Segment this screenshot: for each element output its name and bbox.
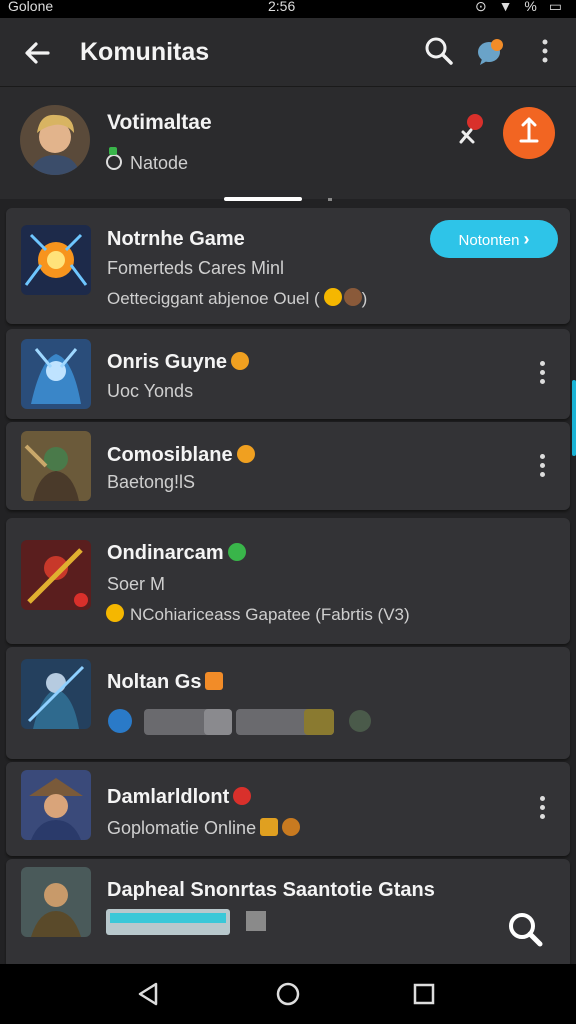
- list-item[interactable]: Comosiblane Baetong!lS: [6, 422, 570, 510]
- game-thumbnail: [21, 770, 91, 840]
- system-nav-bar: [0, 964, 576, 1024]
- more-icon[interactable]: [528, 34, 562, 68]
- flame-badge-icon: [233, 787, 252, 805]
- game-thumbnail: [21, 540, 91, 610]
- community-subtitle: Soer M: [107, 574, 166, 594]
- item-badges-row: [108, 709, 371, 735]
- community-name: Ondinarcam: [107, 542, 246, 565]
- coin-icon: [282, 818, 301, 836]
- verified-badge-icon: [227, 543, 246, 561]
- community-detail: NCohiariceass Gapatee (Fabrtis (V3): [106, 604, 410, 625]
- nav-recents-icon[interactable]: [410, 980, 438, 1008]
- search-icon[interactable]: [422, 34, 456, 68]
- list-item[interactable]: Notrnhe Game Fomerteds Cares Minl Oettec…: [6, 208, 570, 324]
- tab-indicator-dot: [328, 198, 332, 201]
- community-name: Noltan Gs: [107, 671, 224, 694]
- gear-badge-icon: [205, 672, 224, 690]
- back-arrow-icon[interactable]: [20, 36, 54, 70]
- tab-indicator: [224, 197, 302, 201]
- verified-badge-icon: [236, 445, 255, 463]
- list-item[interactable]: Noltan Gs: [6, 647, 570, 759]
- follow-button[interactable]: Notonten ›: [430, 220, 558, 258]
- scrollbar[interactable]: [572, 380, 576, 456]
- game-thumbnail: [21, 339, 91, 409]
- profile-status: Natode: [106, 147, 188, 174]
- pin-icon[interactable]: [455, 112, 487, 148]
- app-bar: Komunitas: [0, 18, 576, 87]
- chat-bubble-icon[interactable]: [474, 34, 508, 68]
- list-item[interactable]: Dapheal Snonrtas Saantotie Gtans: [6, 859, 570, 969]
- community-subtitle: Uoc Yonds: [107, 381, 194, 401]
- carrier-label: Golone: [8, 0, 54, 14]
- profile-header: Votimaltae Natode: [0, 87, 576, 201]
- coin-icon: [343, 288, 362, 306]
- online-status-icon: [106, 147, 122, 170]
- game-badge-icon: [260, 818, 279, 836]
- list-item[interactable]: Ondinarcam Soer M NCohiariceass Gapatee …: [6, 518, 570, 644]
- progress-bar: [106, 909, 266, 935]
- community-name: Onris Guyne: [107, 351, 250, 374]
- list-item[interactable]: Damlarldlont Goplomatie Online: [6, 762, 570, 856]
- community-subtitle: Fomerteds Cares Minl: [107, 258, 285, 278]
- nav-back-icon[interactable]: [134, 980, 162, 1008]
- game-thumbnail: [21, 225, 91, 295]
- item-menu-icon[interactable]: [538, 361, 546, 385]
- list-item[interactable]: Onris Guyne Uoc Yonds: [6, 329, 570, 419]
- game-thumbnail: [21, 867, 91, 937]
- community-name: Damlarldlont: [107, 786, 252, 809]
- community-name: Dapheal Snonrtas Saantotie Gtans: [107, 879, 435, 901]
- community-subtitle: Goplomatie Online: [107, 818, 301, 839]
- upload-fab-button[interactable]: [503, 107, 555, 159]
- item-menu-icon[interactable]: [538, 796, 546, 820]
- community-detail: Oetteciggant abjenoe Ouel (): [107, 288, 368, 308]
- chevron-right-icon: ›: [523, 229, 530, 249]
- nav-home-icon[interactable]: [274, 980, 302, 1008]
- page-title: Komunitas: [80, 38, 210, 66]
- emoji-icon: [106, 604, 124, 622]
- avatar[interactable]: [20, 105, 90, 175]
- profile-name: Votimaltae: [107, 111, 212, 134]
- community-subtitle: Baetong!lS: [107, 472, 196, 492]
- status-bar: Golone 2:56 ⊙ ▼ % ▭: [0, 0, 576, 18]
- search-fab-icon[interactable]: [504, 908, 548, 952]
- game-thumbnail: [21, 431, 91, 501]
- emoji-icon: [323, 288, 342, 306]
- community-name: Comosiblane: [107, 444, 255, 467]
- community-name: Notrnhe Game: [107, 228, 245, 250]
- game-thumbnail: [21, 659, 91, 729]
- item-menu-icon[interactable]: [538, 454, 546, 478]
- clock: 2:56: [268, 0, 296, 14]
- verified-badge-icon: [231, 352, 250, 370]
- status-icons: ⊙ ▼ % ▭: [475, 0, 566, 14]
- arrow-up-icon: [519, 117, 539, 143]
